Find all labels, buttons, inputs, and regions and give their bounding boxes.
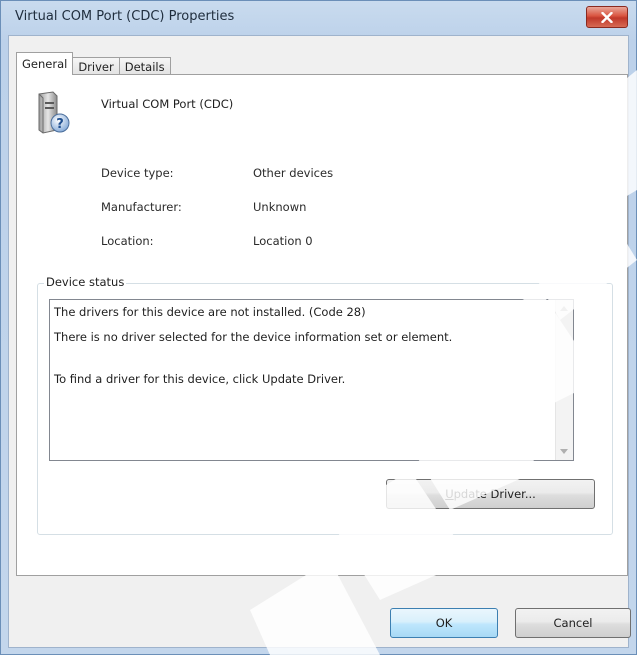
window-title: Virtual COM Port (CDC) Properties: [15, 9, 235, 24]
close-button[interactable]: [586, 6, 628, 28]
status-line-hint: To find a driver for this device, click …: [54, 372, 346, 386]
status-line-detail: There is no driver selected for the devi…: [54, 330, 453, 344]
update-driver-label: pdate Driver...: [453, 487, 536, 501]
dialog-client-area: General Driver Details ? Virtual COM Por…: [8, 35, 629, 648]
manufacturer-value: Unknown: [253, 200, 307, 214]
status-scrollbar[interactable]: [555, 300, 573, 460]
unknown-device-icon: ?: [29, 90, 75, 139]
device-type-label: Device type:: [101, 166, 174, 180]
status-line-code: The drivers for this device are not inst…: [54, 305, 366, 319]
scroll-up-arrow-icon[interactable]: [560, 306, 568, 311]
status-text: The drivers for this device are not inst…: [54, 304, 544, 387]
device-status-textbox[interactable]: The drivers for this device are not inst…: [49, 299, 574, 461]
update-driver-button[interactable]: Update Driver...: [386, 479, 595, 509]
scroll-down-arrow-icon[interactable]: [560, 449, 568, 454]
device-type-value: Other devices: [253, 166, 334, 180]
ok-button[interactable]: OK: [390, 608, 498, 638]
general-tab-panel: ? Virtual COM Port (CDC) Device type: Ot…: [16, 74, 628, 576]
device-status-group: Device status The drivers for this devic…: [37, 275, 613, 535]
cancel-button[interactable]: Cancel: [515, 608, 631, 638]
tab-general[interactable]: General: [16, 52, 74, 75]
manufacturer-label: Manufacturer:: [101, 200, 182, 214]
close-icon: [601, 11, 613, 23]
tab-details[interactable]: Details: [118, 57, 171, 75]
svg-text:?: ?: [56, 117, 64, 132]
title-bar[interactable]: Virtual COM Port (CDC) Properties: [1, 1, 636, 35]
update-driver-mnemonic: U: [445, 487, 454, 501]
properties-window: Virtual COM Port (CDC) Properties Genera…: [0, 0, 637, 655]
tab-strip: General Driver Details: [16, 52, 171, 75]
location-value: Location 0: [253, 234, 313, 248]
location-label: Location:: [101, 234, 154, 248]
device-status-title: Device status: [44, 275, 127, 289]
device-name: Virtual COM Port (CDC): [101, 97, 234, 111]
tab-driver[interactable]: Driver: [72, 57, 120, 75]
